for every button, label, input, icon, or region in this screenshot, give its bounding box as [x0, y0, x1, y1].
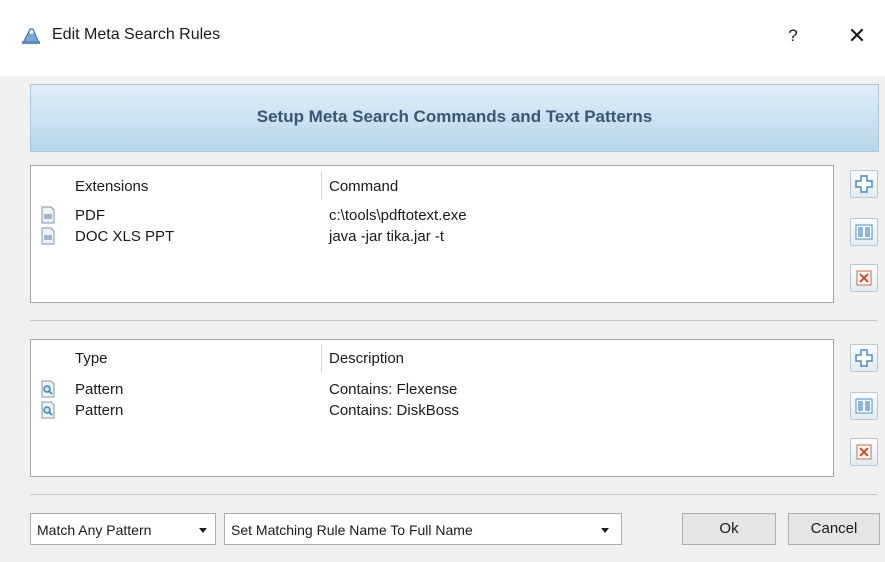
document-icon: [41, 227, 55, 245]
delete-icon: [856, 444, 872, 460]
commands-table[interactable]: Extensions Command PDF c:\tools\pdftotex…: [30, 165, 834, 303]
title-bar[interactable]: Edit Meta Search Rules ? ✕: [0, 0, 885, 76]
edit-pattern-button[interactable]: [850, 392, 878, 420]
app-icon: [22, 28, 40, 44]
column-header-extensions[interactable]: Extensions: [75, 178, 148, 195]
patterns-table[interactable]: Type Description Pattern Contains: Flexe…: [30, 339, 834, 477]
command-cell: c:\tools\pdftotext.exe: [329, 207, 467, 224]
type-cell: Pattern: [75, 381, 124, 398]
description-cell: Contains: DiskBoss: [329, 402, 460, 419]
pattern-search-icon: [41, 401, 55, 419]
rule-name-dropdown[interactable]: Set Matching Rule Name To Full Name: [224, 513, 622, 545]
column-separator[interactable]: [321, 172, 322, 200]
close-button[interactable]: ✕: [840, 20, 874, 52]
rule-name-value: Set Matching Rule Name To Full Name: [231, 522, 473, 538]
edit-meta-search-rules-dialog: Edit Meta Search Rules ? ✕ Setup Meta Se…: [0, 0, 885, 562]
section-divider: [30, 494, 877, 495]
chevron-down-icon: [199, 528, 207, 533]
edit-icon: [855, 398, 873, 414]
cancel-button[interactable]: Cancel: [788, 513, 880, 545]
header-banner: Setup Meta Search Commands and Text Patt…: [30, 84, 879, 152]
delete-command-button[interactable]: [850, 264, 878, 292]
column-separator[interactable]: [321, 344, 322, 372]
add-pattern-button[interactable]: [850, 344, 878, 372]
help-button[interactable]: ?: [780, 22, 806, 50]
add-icon: [855, 175, 873, 193]
extensions-cell: DOC XLS PPT: [75, 228, 175, 245]
add-command-button[interactable]: [850, 170, 878, 198]
section-divider: [30, 320, 877, 321]
ok-button[interactable]: Ok: [682, 513, 776, 545]
delete-pattern-button[interactable]: [850, 438, 878, 466]
column-header-description[interactable]: Description: [329, 350, 404, 367]
match-mode-value: Match Any Pattern: [37, 522, 152, 538]
chevron-down-icon: [601, 528, 609, 533]
pattern-search-icon: [41, 380, 55, 398]
column-header-command[interactable]: Command: [329, 178, 398, 195]
window-title: Edit Meta Search Rules: [52, 26, 221, 43]
extensions-cell: PDF: [75, 207, 105, 224]
banner-title: Setup Meta Search Commands and Text Patt…: [256, 107, 653, 126]
delete-icon: [856, 270, 872, 286]
command-cell: java -jar tika.jar -t: [329, 228, 445, 245]
edit-icon: [855, 224, 873, 240]
type-cell: Pattern: [75, 402, 124, 419]
add-icon: [855, 349, 873, 367]
edit-command-button[interactable]: [850, 218, 878, 246]
description-cell: Contains: Flexense: [329, 381, 458, 398]
document-icon: [41, 206, 55, 224]
match-mode-dropdown[interactable]: Match Any Pattern: [30, 513, 216, 545]
column-header-type[interactable]: Type: [75, 350, 108, 367]
